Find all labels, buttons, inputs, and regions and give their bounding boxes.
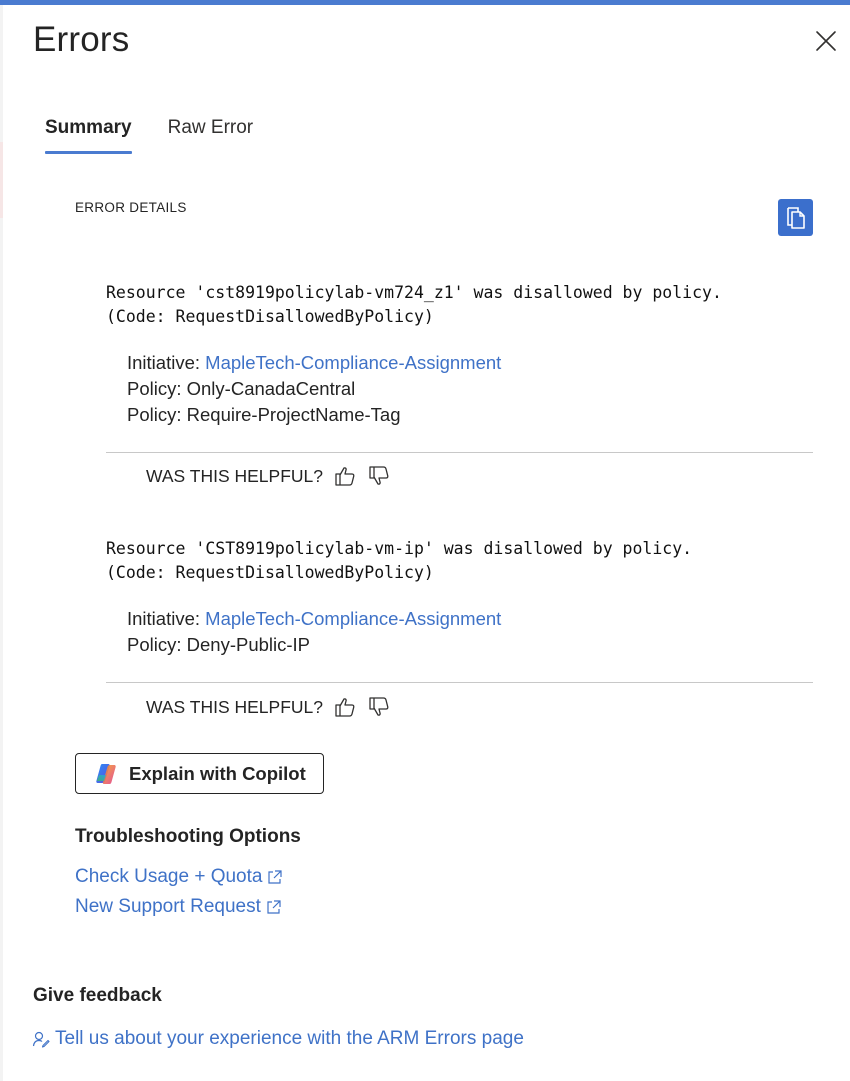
link-label: Check Usage + Quota [75,866,263,887]
error-code-line: (Code: RequestDisallowedByPolicy) [106,562,434,582]
top-accent-bar [0,0,850,5]
close-button[interactable] [813,28,839,54]
feedback-heading: Give feedback [33,985,162,1006]
feedback-icon [32,1031,50,1048]
initiative-row: Initiative: MapleTech-Compliance-Assignm… [127,350,813,376]
initiative-label: Initiative: [127,608,206,629]
feedback-link[interactable]: Tell us about your experience with the A… [32,1028,524,1050]
helpful-feedback: WAS THIS HELPFUL? [146,464,391,488]
initiative-link[interactable]: MapleTech-Compliance-Assignment [205,608,501,629]
thumbs-up-icon[interactable] [333,695,357,719]
error-policy-info: Initiative: MapleTech-Compliance-Assignm… [127,606,813,658]
tab-summary[interactable]: Summary [45,117,132,155]
initiative-label: Initiative: [127,352,206,373]
thumbs-up-icon[interactable] [333,464,357,488]
external-link-icon [268,869,283,884]
helpful-feedback: WAS THIS HELPFUL? [146,695,391,719]
thumbs-down-icon[interactable] [367,464,391,488]
divider [106,682,813,683]
external-link-icon [267,899,281,914]
new-support-request-link[interactable]: New Support Request [75,896,282,918]
close-icon [816,31,836,51]
helpful-prompt: WAS THIS HELPFUL? [146,696,323,717]
copy-icon [786,206,805,229]
helpful-prompt: WAS THIS HELPFUL? [146,465,323,486]
error-message: Resource 'CST8919policylab-vm-ip' was di… [106,537,813,584]
troubleshooting-heading: Troubleshooting Options [75,826,301,847]
error-message-line: Resource 'CST8919policylab-vm-ip' was di… [106,539,693,558]
error-message: Resource 'cst8919policylab-vm724_z1' was… [106,281,813,328]
page-title: Errors [33,20,130,59]
error-item: Resource 'cst8919policylab-vm724_z1' was… [106,281,813,428]
copilot-button-label: Explain with Copilot [129,762,306,784]
error-details-heading: ERROR DETAILS [75,200,187,215]
divider [106,452,813,453]
copilot-icon [96,763,116,784]
check-usage-quota-link[interactable]: Check Usage + Quota [75,866,283,888]
explain-with-copilot-button[interactable]: Explain with Copilot [75,753,324,794]
error-policy-info: Initiative: MapleTech-Compliance-Assignm… [127,350,813,428]
policy-row: Policy: Only-CanadaCentral [127,378,356,399]
thumbs-down-icon[interactable] [367,695,391,719]
policy-row: Policy: Deny-Public-IP [127,634,311,655]
link-label: New Support Request [75,896,261,917]
error-message-line: Resource 'cst8919policylab-vm724_z1' was… [106,283,722,302]
tab-raw-error[interactable]: Raw Error [168,117,254,155]
left-edge-highlight [0,142,3,218]
initiative-link[interactable]: MapleTech-Compliance-Assignment [205,352,501,373]
policy-row: Policy: Require-ProjectName-Tag [127,404,401,425]
error-item: Resource 'CST8919policylab-vm-ip' was di… [106,537,813,658]
copy-button[interactable] [778,199,813,236]
feedback-link-label: Tell us about your experience with the A… [55,1028,524,1049]
error-code-line: (Code: RequestDisallowedByPolicy) [106,306,434,326]
initiative-row: Initiative: MapleTech-Compliance-Assignm… [127,606,813,632]
tab-list: Summary Raw Error [45,117,253,157]
